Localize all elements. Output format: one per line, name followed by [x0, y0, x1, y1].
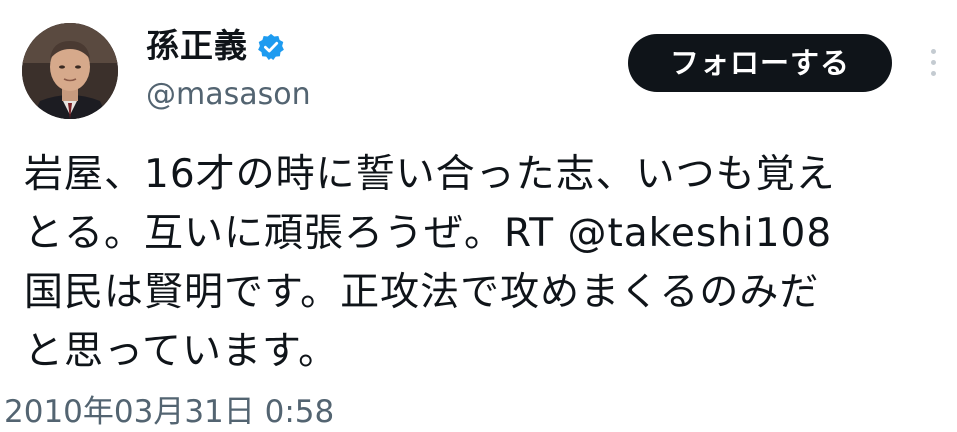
user-handle[interactable]: @masason	[146, 76, 311, 114]
tweet-card: 孫正義 @masason フォローする 岩屋、16才の時に誓い合った志、いつも覚…	[0, 0, 957, 430]
tweet-text: 岩屋、16才の時に誓い合った志、いつも覚え とる。互いに頑張ろうぜ。RT @ta…	[24, 152, 836, 374]
display-name[interactable]: 孫正義	[146, 26, 286, 66]
tweet-timestamp[interactable]: 2010年03月31日 0:58	[0, 392, 334, 432]
follow-button[interactable]: フォローする	[628, 34, 892, 92]
more-vertical-icon[interactable]	[918, 40, 948, 84]
display-name-text[interactable]: 孫正義	[146, 26, 248, 66]
verified-badge-icon	[256, 31, 286, 61]
avatar[interactable]	[22, 23, 118, 119]
